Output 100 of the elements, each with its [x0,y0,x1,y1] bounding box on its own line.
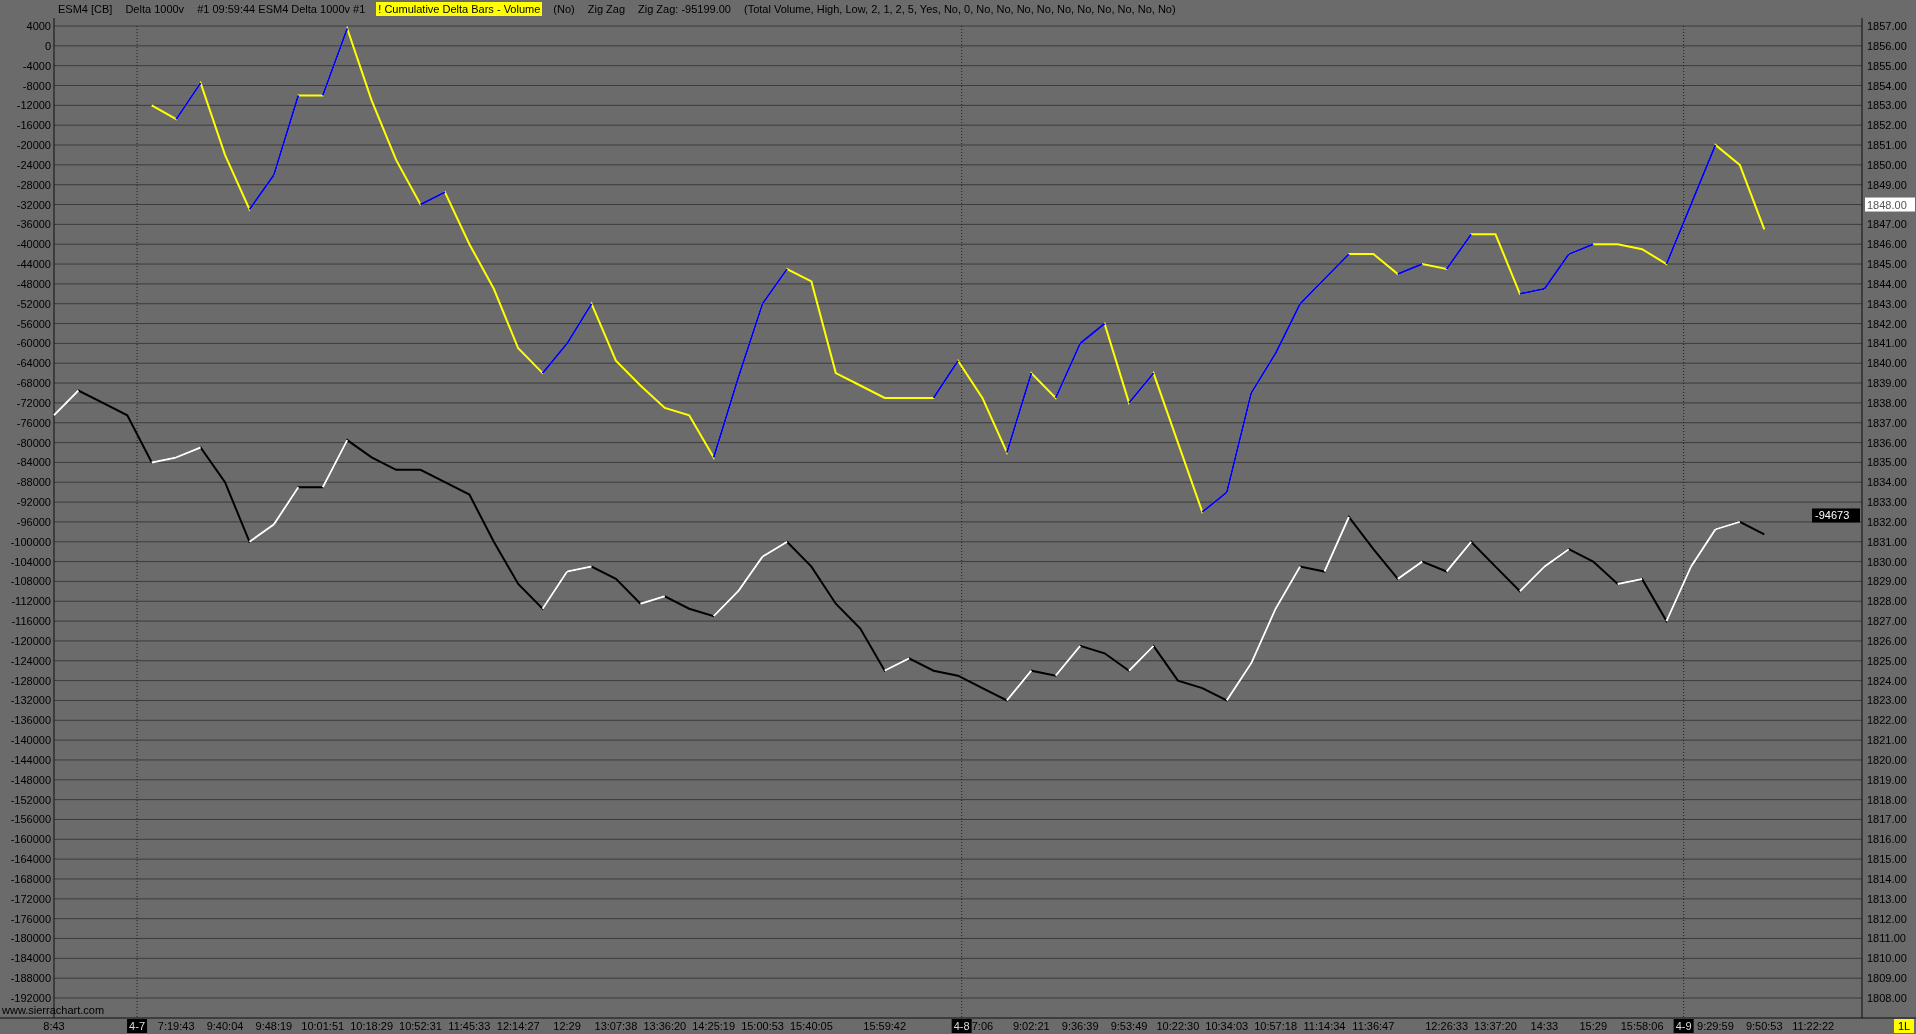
axis-label: 1855.00 [1867,59,1907,72]
axis-label: 1809.00 [1867,972,1907,985]
axis-label: -112000 [11,595,51,608]
axis-label: 12:29 [553,1020,581,1032]
axis-label: 1850.00 [1867,158,1907,171]
watermark-text: www.sierrachart.com [2,1004,105,1016]
axis-label: -36000 [16,218,51,231]
axis-label: 10:18:29 [350,1020,394,1032]
axis-label: 1849.00 [1867,178,1907,191]
axis-label: 1817.00 [1867,813,1907,826]
axis-label: 1847.00 [1867,218,1907,231]
axis-label: 9:40:04 [206,1020,244,1032]
axis-label: 1831.00 [1867,535,1907,548]
axis-label: 1828.00 [1867,595,1907,608]
axis-label: -176000 [10,912,51,925]
axis-label: 1836.00 [1867,436,1907,449]
axis-label: 1811.00 [1867,932,1906,945]
axis-label: 14:25:19 [692,1020,736,1032]
chart-legend-text: Zig Zag: -95199.00 [637,2,732,16]
axis-label: 1830.00 [1867,555,1907,568]
axis-label: 7:19:43 [157,1020,195,1032]
axis-label: -12000 [16,99,51,112]
axis-label: 9:02:21 [1012,1020,1050,1032]
axis-label: 1824.00 [1867,674,1907,687]
axis-label: -56000 [16,317,51,330]
axis-label: 10:01:51 [301,1020,345,1032]
axis-label: -16000 [16,119,51,132]
axis-label: 15:59:42 [863,1020,907,1032]
axis-label: 1813.00 [1867,892,1907,905]
axis-label: -48000 [16,277,51,290]
axis-label: 1816.00 [1867,833,1907,846]
axis-label: 10:34:03 [1205,1020,1249,1032]
axis-label: -92000 [16,496,51,509]
axis-label: -116000 [11,615,51,628]
axis-label: -132000 [10,694,51,707]
axis-label: 9:29:59 [1697,1020,1734,1032]
axis-label: 15:40:05 [790,1020,833,1032]
axis-label: 1823.00 [1867,694,1907,707]
axis-label: 1851.00 [1867,139,1907,151]
axis-label: -128000 [10,674,51,687]
axis-label: -96000 [16,515,51,528]
axis-label: -76000 [16,416,51,429]
axis-label: 1857.00 [1867,20,1907,32]
axis-label: 15:58:06 [1620,1020,1664,1032]
axis-label: -168000 [10,873,51,885]
axis-label: -180000 [10,932,51,945]
axis-label: -108000 [10,575,51,588]
axis-label: 1835.00 [1867,456,1907,469]
axis-label: 1832.00 [1867,515,1907,528]
axis-label: -20000 [16,139,51,151]
axis-label: -136000 [10,714,51,727]
axis-label: 7:06 [971,1020,994,1032]
axis-label: 1839.00 [1867,377,1907,390]
axis-label: 11:45:33 [448,1020,491,1032]
axis-label: 8:43 [43,1020,65,1032]
chart-legend-text: ESM4 [CB] [57,2,114,16]
axis-label: -164000 [10,853,51,866]
axis-label: 1821.00 [1867,734,1907,747]
chart-legend-text: Zig Zag [586,2,626,16]
axis-label: -104000 [10,555,51,568]
axis-label: 9:50:53 [1745,1020,1783,1032]
axis-label: 11:14:34 [1303,1020,1346,1032]
axis-label: 10:52:31 [399,1020,442,1032]
axis-label: -160000 [10,833,51,846]
axis-label: 10:57:18 [1254,1020,1298,1032]
axis-label: 9:36:39 [1061,1020,1099,1032]
axis-label: 1826.00 [1867,634,1907,647]
axis-label: 1840.00 [1867,357,1907,370]
axis-label: 11:22:22 [1792,1020,1835,1032]
axis-label: 1814.00 [1867,873,1907,885]
axis-label: 14:33 [1530,1020,1559,1032]
chart-legend-text: #1 09:59:44 ESM4 Delta 1000v #1 [196,2,367,16]
axis-label: 1845.00 [1867,258,1907,271]
axis-label: -140000 [10,734,51,747]
chart-legend-text: (No) [552,2,576,16]
axis-label: 1856.00 [1867,39,1907,52]
chart-legend-text: (Total Volume, High, Low, 2, 1, 2, 5, Yes, No, 0, No, No, No, No, No, No, No, No, No, No) [742,2,1177,16]
axis-label: 0 [44,39,51,52]
axis-label: 1822.00 [1867,714,1907,727]
axis-label: -24000 [16,158,51,171]
axis-label: -32000 [16,198,51,211]
axis-label: -148000 [10,773,51,786]
axis-label: -4000 [22,59,51,72]
axis-label: 1810.00 [1867,952,1907,965]
axis-label: 1825.00 [1867,654,1907,667]
day-marker: 4-8 [951,1019,972,1033]
axis-label: 1842.00 [1867,317,1907,330]
axis-label: 12:26:33 [1425,1020,1469,1032]
axis-label: 1834.00 [1867,476,1907,489]
axis-label: -72000 [16,396,51,409]
axis-label: -52000 [16,297,51,310]
axis-label: 10:22:30 [1156,1020,1200,1032]
axis-label: 1843.00 [1867,297,1907,310]
axis-label: -124000 [10,654,51,667]
axis-label: 1833.00 [1867,496,1907,509]
axis-label: 1853.00 [1867,99,1907,112]
axis-label: -64000 [16,357,51,370]
axis-label: 9:53:49 [1110,1020,1148,1032]
axis-label: 11:36:47 [1352,1020,1395,1032]
axis-label: -184000 [10,952,51,965]
